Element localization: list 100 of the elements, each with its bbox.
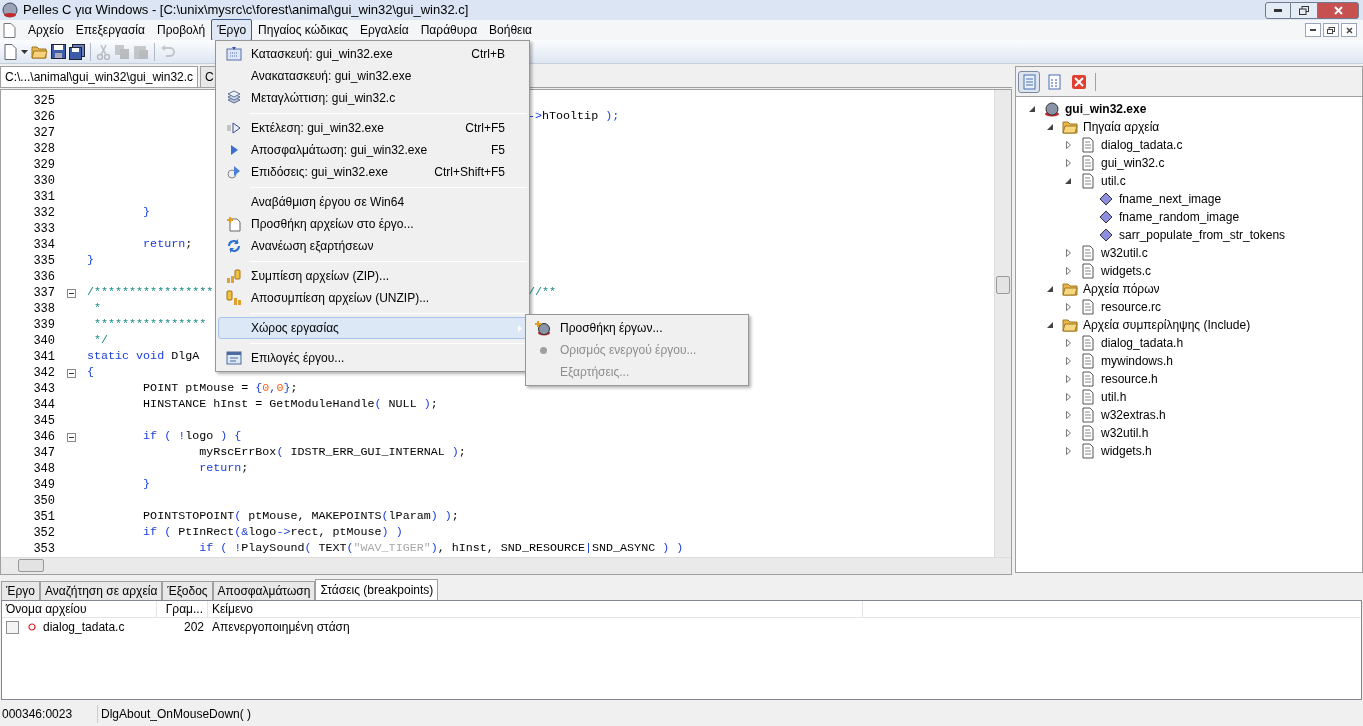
menu-item[interactable]: Χώρος εργασίας bbox=[218, 317, 527, 339]
column-header[interactable]: Κείμενο bbox=[208, 601, 863, 617]
expanded-arrow-icon[interactable] bbox=[1065, 178, 1071, 184]
menu-item[interactable]: Αρχείο bbox=[22, 19, 70, 41]
panel-tool-button[interactable] bbox=[1018, 70, 1040, 93]
line-number: 347 bbox=[32, 445, 55, 462]
collapsed-arrow-icon[interactable] bbox=[1065, 447, 1071, 455]
table-cell-text: dialog_tadata.c bbox=[43, 619, 125, 636]
line-number: 349 bbox=[32, 477, 55, 494]
tree-item[interactable]: sarr_populate_from_str_tokens bbox=[1119, 226, 1286, 244]
collapsed-arrow-icon[interactable] bbox=[1065, 267, 1071, 275]
app-logo-icon bbox=[2, 2, 18, 18]
collapsed-arrow-icon[interactable] bbox=[1065, 159, 1071, 167]
collapsed-arrow-icon[interactable] bbox=[1065, 303, 1071, 311]
tree-item[interactable]: widgets.h bbox=[1101, 442, 1152, 460]
diamond-icon bbox=[1098, 191, 1114, 207]
file-icon bbox=[1080, 353, 1096, 369]
collapsed-arrow-icon[interactable] bbox=[1065, 339, 1071, 347]
maximize-button[interactable] bbox=[1291, 1, 1317, 19]
tree-item[interactable]: dialog_tadata.h bbox=[1101, 334, 1184, 352]
fold-toggle-icon[interactable] bbox=[66, 432, 76, 442]
menu-item[interactable]: Προσθήκη αρχείων στο έργο... bbox=[218, 213, 527, 235]
menu-item[interactable]: Βοήθεια bbox=[483, 19, 539, 41]
close-button[interactable] bbox=[1317, 1, 1359, 19]
fold-toggle-icon[interactable] bbox=[66, 288, 76, 298]
tree-item[interactable]: widgets.c bbox=[1101, 262, 1152, 280]
collapsed-arrow-icon[interactable] bbox=[1065, 411, 1071, 419]
menu-item[interactable]: Προβολή bbox=[150, 19, 212, 41]
fold-toggle-icon[interactable] bbox=[66, 368, 76, 378]
horizontal-scrollbar[interactable] bbox=[1, 557, 1011, 574]
code-line: static void DlgA bbox=[87, 348, 200, 366]
dropdown-arrow-icon[interactable] bbox=[21, 49, 28, 54]
tree-item[interactable]: resource.rc bbox=[1101, 298, 1162, 316]
file-icon bbox=[1080, 245, 1096, 261]
panel-tab[interactable]: Έργο bbox=[1, 581, 40, 600]
add-file-icon bbox=[226, 216, 242, 232]
floppy-disks-icon[interactable] bbox=[69, 43, 85, 60]
mdi-minimize-button[interactable] bbox=[1305, 23, 1321, 37]
menu-item[interactable]: Ανανέωση εξαρτήσεων bbox=[218, 235, 527, 257]
menu-item[interactable]: Μεταγλώττιση: gui_win32.c bbox=[218, 87, 527, 109]
tree-item[interactable]: Αρχεία συμπερίληψης (Include) bbox=[1083, 316, 1251, 334]
menu-item[interactable]: Επιδόσεις: gui_win32.exe Ctrl+Shift+F5 bbox=[218, 161, 527, 183]
menu-item[interactable]: Αποσφαλμάτωση: gui_win32.exe F5 bbox=[218, 139, 527, 161]
code-line: } bbox=[142, 476, 151, 494]
close-icon bbox=[1345, 26, 1353, 34]
panel-tab[interactable]: Έξοδος bbox=[162, 581, 213, 600]
tree-item[interactable]: Πηγαία αρχεία bbox=[1083, 118, 1160, 136]
menu-item[interactable]: Επιλογές έργου... bbox=[218, 347, 527, 369]
editor-tab[interactable]: C:\...\animal\gui_win32\gui_win32.c bbox=[0, 66, 199, 87]
column-header[interactable]: Γραμ... bbox=[157, 601, 208, 617]
column-header[interactable]: Όνομα αρχείου bbox=[2, 601, 157, 617]
tree-item[interactable]: util.h bbox=[1101, 388, 1127, 406]
collapsed-arrow-icon[interactable] bbox=[1065, 393, 1071, 401]
collapsed-arrow-icon[interactable] bbox=[1065, 429, 1071, 437]
menu-item[interactable]: Έργο bbox=[211, 19, 253, 41]
expanded-arrow-icon[interactable] bbox=[1047, 322, 1053, 328]
panel-tab[interactable]: Αποσφαλμάτωση bbox=[212, 581, 316, 600]
menu-item[interactable]: Πηγαίος κώδικας bbox=[252, 19, 354, 41]
menu-item[interactable]: Αναβάθμιση έργου σε Win64 bbox=[218, 191, 527, 213]
expanded-arrow-icon[interactable] bbox=[1029, 106, 1035, 112]
tree-item[interactable]: gui_win32.c bbox=[1101, 154, 1165, 172]
tree-item[interactable]: resource.h bbox=[1101, 370, 1158, 388]
mdi-close-button[interactable] bbox=[1341, 23, 1357, 37]
tree-item[interactable]: fname_random_image bbox=[1119, 208, 1240, 226]
menu-item[interactable]: Προσθήκη έργων... bbox=[528, 317, 746, 339]
menu-item[interactable]: Εκτέλεση: gui_win32.exe Ctrl+F5 bbox=[218, 117, 527, 139]
tree-item[interactable]: Αρχεία πόρων bbox=[1083, 280, 1160, 298]
tree-item[interactable]: w32util.h bbox=[1101, 424, 1149, 442]
menu-item[interactable]: Επεξεργασία bbox=[69, 19, 151, 41]
collapsed-arrow-icon[interactable] bbox=[1065, 357, 1071, 365]
menu-item[interactable]: Αποσυμπίεση αρχείων (UNZIP)... bbox=[218, 287, 527, 309]
tree-item[interactable]: gui_win32.exe bbox=[1065, 100, 1147, 118]
code-line: ->hTooltip ); bbox=[528, 108, 620, 126]
tree-item[interactable]: w32util.c bbox=[1101, 244, 1148, 262]
collapsed-arrow-icon[interactable] bbox=[1065, 375, 1071, 383]
minimize-button[interactable] bbox=[1265, 1, 1291, 19]
mdi-restore-button[interactable] bbox=[1323, 23, 1339, 37]
tree-item[interactable]: dialog_tadata.c bbox=[1101, 136, 1183, 154]
expanded-arrow-icon[interactable] bbox=[1047, 286, 1053, 292]
tree-item[interactable]: w32extras.h bbox=[1101, 406, 1166, 424]
collapsed-arrow-icon[interactable] bbox=[1065, 249, 1071, 257]
code-line: myRscErrBox( IDSTR_ERR_GUI_INTERNAL ); bbox=[198, 444, 466, 462]
scroll-thumb[interactable] bbox=[996, 276, 1010, 294]
tree-item[interactable]: fname_next_image bbox=[1119, 190, 1222, 208]
menu-item[interactable]: Ανακατασκευή: gui_win32.exe bbox=[218, 65, 527, 87]
menu-item[interactable]: Παράθυρα bbox=[414, 19, 484, 41]
table-cell-text: Απενεργοποιημένη στάση bbox=[211, 619, 351, 636]
vertical-scrollbar[interactable] bbox=[994, 90, 1011, 557]
collapsed-arrow-icon[interactable] bbox=[1065, 141, 1071, 149]
menu-item[interactable]: Συμπίεση αρχείων (ZIP)... bbox=[218, 265, 527, 287]
tree-item[interactable]: util.c bbox=[1101, 172, 1126, 190]
checkbox[interactable] bbox=[6, 620, 19, 634]
document-list-icon bbox=[1021, 73, 1037, 90]
expanded-arrow-icon[interactable] bbox=[1047, 124, 1053, 130]
scroll-thumb[interactable] bbox=[18, 559, 44, 572]
panel-tab[interactable]: Αναζήτηση σε αρχεία bbox=[39, 581, 163, 600]
menu-item[interactable]: Εργαλεία bbox=[353, 19, 415, 41]
new-file-icon[interactable] bbox=[2, 43, 18, 60]
panel-tab[interactable]: Στάσεις (breakpoints) bbox=[315, 579, 439, 600]
tree-item[interactable]: mywindows.h bbox=[1101, 352, 1174, 370]
